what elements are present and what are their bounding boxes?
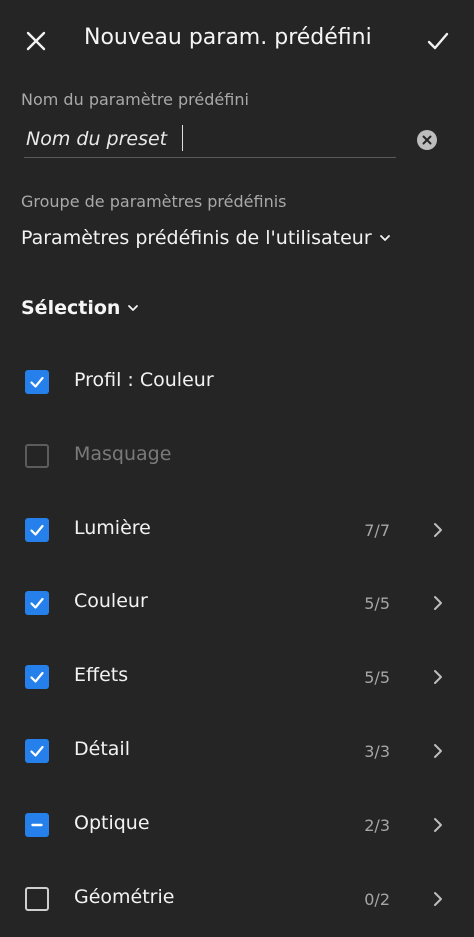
settings-row-masking: Masquage bbox=[0, 429, 474, 483]
checkbox-checked[interactable] bbox=[25, 370, 49, 394]
chevron-right-icon[interactable] bbox=[428, 889, 448, 909]
checkmark-icon bbox=[30, 745, 44, 757]
page-title: Nouveau param. prédéfini bbox=[84, 25, 372, 50]
chevron-right-icon[interactable] bbox=[428, 667, 448, 687]
preset-name-input[interactable] bbox=[26, 124, 366, 154]
preset-group-label: Groupe de paramètres prédéfinis bbox=[21, 192, 287, 211]
top-bar: Nouveau param. prédéfini bbox=[0, 0, 474, 84]
selection-label: Sélection bbox=[21, 297, 121, 319]
new-preset-screen: Nouveau param. prédéfini Nom du paramètr… bbox=[0, 0, 474, 937]
close-icon bbox=[26, 31, 46, 51]
checkmark-icon bbox=[30, 376, 44, 388]
checkbox-unchecked[interactable] bbox=[25, 887, 49, 911]
clear-icon bbox=[422, 135, 432, 145]
settings-row-color[interactable]: Couleur 5/5 bbox=[0, 576, 474, 630]
row-count: 5/5 bbox=[364, 594, 390, 613]
row-count: 3/3 bbox=[364, 742, 390, 761]
checkbox-disabled bbox=[25, 444, 49, 468]
checkbox-checked[interactable] bbox=[25, 665, 49, 689]
clear-input-button[interactable] bbox=[417, 130, 437, 150]
chevron-right-icon[interactable] bbox=[428, 593, 448, 613]
checkbox-checked[interactable] bbox=[25, 739, 49, 763]
chevron-down-icon bbox=[128, 305, 139, 311]
minus-icon bbox=[31, 823, 43, 827]
row-count: 0/2 bbox=[364, 890, 390, 909]
settings-row-profile[interactable]: Profil : Couleur bbox=[0, 355, 474, 409]
settings-row-light[interactable]: Lumière 7/7 bbox=[0, 503, 474, 557]
preset-name-field-wrap bbox=[24, 118, 396, 158]
checkmark-icon bbox=[427, 32, 449, 50]
chevron-right-icon[interactable] bbox=[428, 815, 448, 835]
row-count: 5/5 bbox=[364, 668, 390, 687]
checkmark-icon bbox=[30, 671, 44, 683]
row-label: Couleur bbox=[74, 590, 148, 612]
checkbox-partial[interactable] bbox=[25, 813, 49, 837]
row-count: 7/7 bbox=[364, 521, 390, 540]
settings-row-geometry[interactable]: Géométrie 0/2 bbox=[0, 872, 474, 926]
preset-name-label: Nom du paramètre prédéfini bbox=[21, 90, 249, 109]
checkmark-icon bbox=[30, 597, 44, 609]
row-label: Effets bbox=[74, 664, 129, 686]
settings-row-effects[interactable]: Effets 5/5 bbox=[0, 650, 474, 704]
preset-group-value: Paramètres prédéfinis de l'utilisateur bbox=[21, 227, 372, 249]
chevron-right-icon[interactable] bbox=[428, 520, 448, 540]
row-label: Lumière bbox=[74, 517, 151, 539]
close-button[interactable] bbox=[14, 19, 58, 63]
row-label: Profil : Couleur bbox=[74, 369, 214, 391]
selection-dropdown[interactable]: Sélection bbox=[21, 294, 140, 322]
checkbox-checked[interactable] bbox=[25, 518, 49, 542]
row-label: Géométrie bbox=[74, 886, 175, 908]
row-label: Détail bbox=[74, 738, 130, 760]
text-caret bbox=[182, 125, 183, 151]
confirm-button[interactable] bbox=[416, 19, 460, 63]
row-label: Masquage bbox=[74, 443, 172, 465]
settings-row-optics[interactable]: Optique 2/3 bbox=[0, 798, 474, 852]
settings-row-detail[interactable]: Détail 3/3 bbox=[0, 724, 474, 778]
chevron-right-icon[interactable] bbox=[428, 741, 448, 761]
chevron-down-icon bbox=[379, 235, 390, 241]
row-label: Optique bbox=[74, 812, 150, 834]
checkbox-checked[interactable] bbox=[25, 591, 49, 615]
preset-group-dropdown[interactable]: Paramètres prédéfinis de l'utilisateur bbox=[21, 224, 392, 252]
checkmark-icon bbox=[30, 524, 44, 536]
row-count: 2/3 bbox=[364, 816, 390, 835]
